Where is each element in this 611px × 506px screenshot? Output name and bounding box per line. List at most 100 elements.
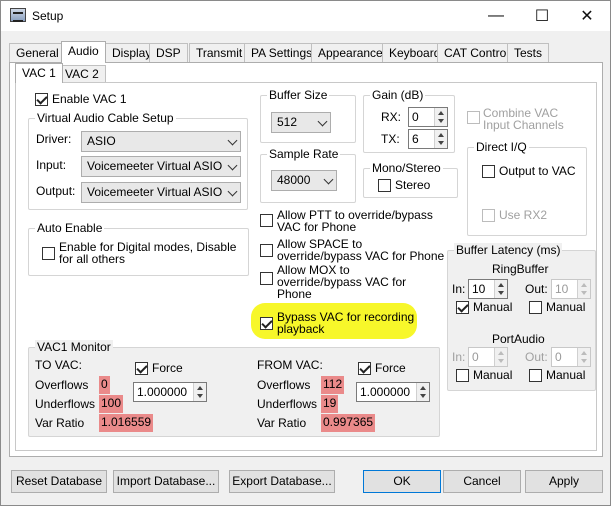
reset-database-button[interactable]: Reset Database (11, 470, 107, 493)
portaudio-label: PortAudio (492, 332, 545, 346)
combine-vac-label-line2: Input Channels (483, 118, 564, 132)
spin-up-icon[interactable] (581, 283, 587, 287)
bypass-vac-recording-checkbox[interactable] (260, 317, 273, 330)
to-vac-force-checkbox[interactable] (135, 362, 148, 375)
output-label: Output: (36, 184, 76, 198)
pa-out-value: 0 (555, 350, 562, 364)
ok-button[interactable]: OK (363, 470, 441, 493)
spin-up-icon[interactable] (420, 386, 426, 390)
output-to-vac-checkbox[interactable] (482, 165, 495, 178)
tab-cat-control[interactable]: CAT Control (437, 43, 516, 63)
gain-rx-value: 0 (412, 110, 419, 124)
output-value: Voicemeeter Virtual ASIO (87, 185, 223, 199)
spin-down-icon[interactable] (420, 394, 426, 398)
gain-tx-spinner[interactable]: 6 (408, 129, 448, 149)
to-overflows-value: 0 (99, 376, 110, 394)
rb-manual-in-checkbox[interactable] (456, 301, 469, 314)
apply-button[interactable]: Apply (525, 470, 603, 493)
rb-in-value: 10 (472, 282, 486, 296)
direct-iq-group: Direct I/Q (467, 140, 587, 236)
rb-in-label: In: (452, 282, 466, 296)
pa-manual-out-checkbox[interactable] (529, 369, 542, 382)
import-database-button[interactable]: Import Database... (113, 470, 219, 493)
tab-dsp[interactable]: DSP (149, 43, 188, 63)
vac1-monitor-title: VAC1 Monitor (35, 340, 113, 354)
spin-down-icon[interactable] (438, 141, 444, 145)
output-to-vac-label: Output to VAC (499, 164, 576, 178)
spin-up-icon[interactable] (581, 351, 587, 355)
input-select[interactable]: Voicemeeter Virtual ASIO (81, 156, 241, 177)
buffer-size-select[interactable]: 512 (271, 112, 331, 133)
stereo-checkbox[interactable] (378, 179, 391, 192)
tab-pa-settings[interactable]: PA Settings (244, 43, 320, 63)
spin-down-icon[interactable] (498, 291, 504, 295)
export-database-button[interactable]: Export Database... (229, 470, 335, 493)
buffer-latency-title: Buffer Latency (ms) (454, 243, 563, 257)
pa-in-value: 0 (472, 350, 479, 364)
spin-up-icon[interactable] (438, 133, 444, 137)
spin-down-icon[interactable] (197, 394, 203, 398)
allow-mox-label-line3: Phone (277, 287, 312, 301)
pa-out-spinner[interactable]: 0 (551, 347, 591, 367)
auto-enable-label-line2: for all others (59, 252, 126, 266)
tab-general[interactable]: General (9, 43, 66, 63)
driver-select[interactable]: ASIO (81, 131, 241, 152)
pa-in-spinner[interactable]: 0 (468, 347, 508, 367)
sample-rate-select[interactable]: 48000 (271, 170, 337, 191)
allow-mox-checkbox[interactable] (260, 272, 273, 285)
spin-up-icon[interactable] (498, 283, 504, 287)
spin-up-icon[interactable] (498, 351, 504, 355)
from-vac-ratio-spinner-value: 1.000000 (360, 385, 411, 399)
spin-down-icon[interactable] (498, 359, 504, 363)
mono-stereo-title: Mono/Stereo (370, 161, 443, 175)
spin-down-icon[interactable] (581, 359, 587, 363)
combine-vac-checkbox[interactable] (467, 111, 480, 124)
tab-transmit[interactable]: Transmit (189, 43, 250, 63)
from-overflows-value: 112 (321, 376, 345, 394)
chevron-down-icon (317, 116, 328, 127)
allow-space-label-line2: override/bypass VAC for Phone (277, 249, 445, 263)
from-vac-force-checkbox[interactable] (358, 362, 371, 375)
to-underflows-value: 100 (99, 395, 124, 413)
to-vac-ratio-spinner[interactable]: 1.000000 (133, 382, 207, 402)
title-bar[interactable]: Setup — ☐ ✕ (1, 1, 610, 31)
spin-up-icon[interactable] (197, 386, 203, 390)
pa-manual-in-checkbox[interactable] (456, 369, 469, 382)
cancel-button[interactable]: Cancel (443, 470, 521, 493)
from-overflows-label: Overflows (257, 378, 311, 392)
pa-manual-in-label: Manual (473, 368, 513, 382)
subtab-vac1[interactable]: VAC 1 (15, 63, 63, 83)
gain-tx-label: TX: (381, 132, 400, 146)
tab-appearance[interactable]: Appearance (311, 43, 390, 63)
spin-up-icon[interactable] (438, 111, 444, 115)
tab-tests[interactable]: Tests (507, 43, 550, 63)
enable-vac1-label: Enable VAC 1 (52, 92, 127, 106)
window-title: Setup (32, 9, 64, 23)
from-vac-force-label: Force (375, 361, 406, 375)
rb-manual-out-checkbox[interactable] (529, 301, 542, 314)
use-rx2-checkbox[interactable] (482, 209, 495, 222)
rb-in-spinner[interactable]: 10 (468, 279, 508, 299)
rb-out-spinner[interactable]: 10 (551, 279, 591, 299)
enable-vac1-checkbox[interactable] (35, 93, 48, 106)
rb-out-value: 10 (555, 282, 569, 296)
auto-enable-checkbox[interactable] (42, 247, 55, 260)
from-vac-ratio-spinner[interactable]: 1.000000 (356, 382, 430, 402)
gain-rx-spinner[interactable]: 0 (408, 107, 448, 127)
minimize-button[interactable]: — (473, 1, 519, 31)
spin-down-icon[interactable] (438, 119, 444, 123)
allow-space-checkbox[interactable] (260, 244, 273, 257)
allow-ptt-checkbox[interactable] (260, 214, 273, 227)
output-select[interactable]: Voicemeeter Virtual ASIO (81, 182, 241, 203)
to-ratio-label: Var Ratio (35, 416, 85, 430)
sample-rate-title: Sample Rate (267, 147, 341, 161)
tab-audio[interactable]: Audio (61, 41, 106, 63)
buffer-size-value: 512 (277, 115, 298, 129)
chevron-down-icon (227, 160, 238, 171)
spin-down-icon[interactable] (581, 291, 587, 295)
subtab-vac2[interactable]: VAC 2 (58, 65, 106, 83)
to-overflows-label: Overflows (35, 378, 89, 392)
maximize-button[interactable]: ☐ (519, 1, 565, 31)
close-button[interactable]: ✕ (564, 1, 610, 31)
bypass-vac-label-line2: playback (277, 322, 325, 336)
